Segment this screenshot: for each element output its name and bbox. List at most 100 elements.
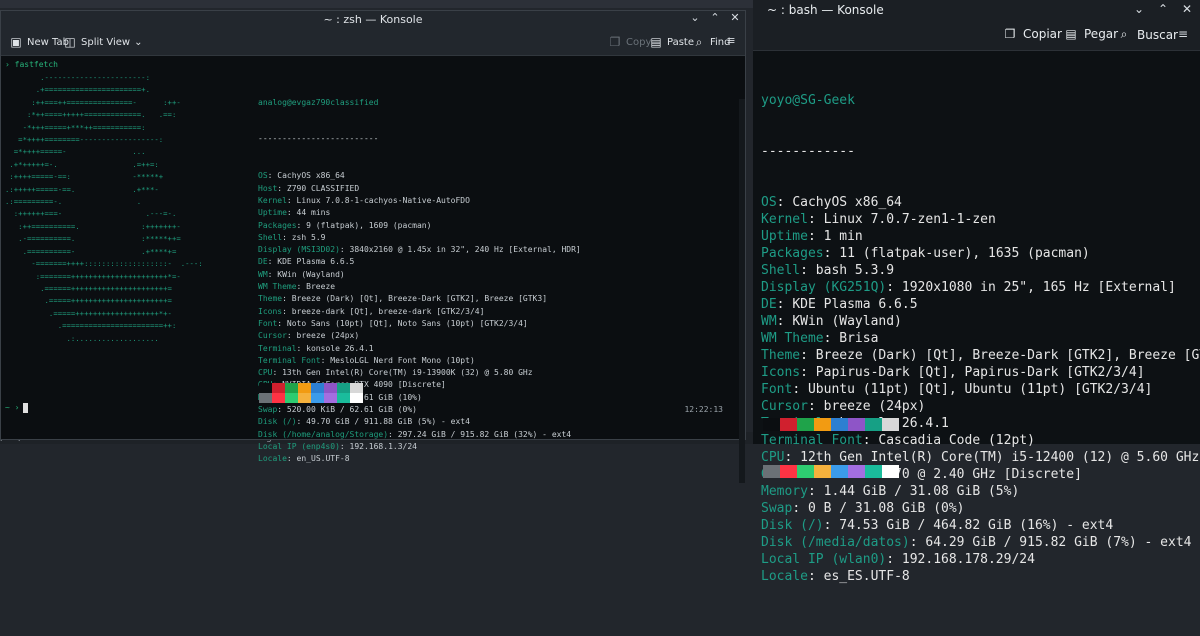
palette-swatch <box>350 383 363 393</box>
cachyos-ascii-logo: .-----------------------: .+============… <box>5 72 203 345</box>
info-line: Packages: 9 (flatpak), 1609 (pacman) <box>258 220 432 230</box>
hamburger-menu-icon[interactable]: ≡ <box>725 35 737 47</box>
toolbar: ❐ Copiar ▤ Pegar ⌕ Buscar ≡ <box>753 20 1200 51</box>
info-line: Kernel: Linux 7.0.7-zen1-1-zen <box>761 212 996 227</box>
info-line: Cursor: breeze (24px) <box>258 331 360 341</box>
info-value: CachyOS x86_64 <box>277 171 345 181</box>
info-line: Shell: bash 5.3.9 <box>761 263 895 278</box>
info-key: Disk (/media/datos) <box>761 535 910 550</box>
text-cursor <box>23 402 29 413</box>
titlebar: ~ : zsh — Konsole ⌄ ⌃ ✕ <box>1 11 745 28</box>
info-value: 74.53 GiB / 464.82 GiB (16%) - ext4 <box>839 518 1114 533</box>
scrollbar[interactable] <box>739 99 745 483</box>
konsole-window-zsh: ~ : zsh — Konsole ⌄ ⌃ ✕ ▣ New Tab ◫ Spli… <box>0 10 746 483</box>
palette-swatch <box>831 465 848 478</box>
info-line: Disk (/): 74.53 GiB / 464.82 GiB (16%) -… <box>761 518 1114 533</box>
shell-prompt[interactable]: ~ › <box>5 402 29 414</box>
logo-line: .=====++++++++++++++++++++++= <box>5 296 172 306</box>
info-value: Linux 7.0.8-1-cachyos-Native-AutoFDO <box>296 195 470 205</box>
info-value: Papirus-Dark [Qt], Papirus-Dark [GTK2/3/… <box>815 365 1145 380</box>
palette-swatch <box>831 418 848 431</box>
info-line: Locale: es_ES.UTF-8 <box>761 569 910 584</box>
info-value: KDE Plasma 6.6.5 <box>792 297 918 312</box>
info-line: CPU: 13th Gen Intel(R) Core(TM) i9-13900… <box>258 368 533 378</box>
new-tab-button[interactable]: ▣ New Tab <box>9 35 69 49</box>
copy-button[interactable]: ❐ Copy <box>608 35 652 49</box>
terminal-output[interactable]: yoyo@SG-Geek ------------ OS: CachyOS x8… <box>761 58 1200 636</box>
palette-swatch <box>311 383 324 393</box>
paste-button[interactable]: ▤ Pegar <box>1064 27 1118 41</box>
copy-label: Copiar <box>1023 27 1062 41</box>
split-view-label: Split View <box>81 36 131 48</box>
info-line: Theme: Breeze (Dark) [Qt], Breeze-Dark [… <box>258 294 548 304</box>
copy-icon: ❐ <box>609 35 621 49</box>
palette-swatch <box>848 465 865 478</box>
split-view-button[interactable]: ◫ Split View ⌄ <box>63 35 142 49</box>
info-value: 11 (flatpak-user), 1635 (pacman) <box>839 246 1090 261</box>
maximize-icon[interactable]: ⌃ <box>1156 2 1170 16</box>
info-value: 520.00 KiB / 62.61 GiB (0%) <box>286 405 417 415</box>
info-line: OS: CachyOS x86_64 <box>761 195 902 210</box>
prompt-text: ~ › <box>5 403 20 412</box>
info-line: DE: KDE Plasma 6.6.5 <box>761 297 918 312</box>
palette-swatch <box>324 383 337 393</box>
logo-line: .=======================++: <box>5 321 177 331</box>
info-value: Brisa <box>839 331 879 346</box>
user-host: analog@evgaz790classified <box>258 97 379 107</box>
info-line: Packages: 11 (flatpak-user), 1635 (pacma… <box>761 246 1090 261</box>
logo-line: :++===++===============- :++- <box>5 97 181 107</box>
logo-line: .=====+++++++++++++++++++*+- <box>5 308 172 318</box>
info-key: Swap <box>258 405 278 415</box>
palette-swatch <box>285 393 298 403</box>
info-value: 13th Gen Intel(R) Core(TM) i9-13900K (32… <box>282 368 533 378</box>
logo-line: .:=========-. . <box>5 197 142 207</box>
info-key: OS <box>761 195 777 210</box>
info-key: CPU <box>258 368 273 378</box>
info-line: Terminal: konsole 26.4.1 <box>258 343 374 353</box>
palette-swatch <box>763 418 780 431</box>
paste-icon: ▤ <box>650 35 662 49</box>
info-line: DE: KDE Plasma 6.6.5 <box>258 257 355 267</box>
info-key: Locale <box>761 569 808 584</box>
info-key: Local IP (enp4s0) <box>258 441 340 451</box>
logo-line: .+*+++++=-. .=++=: <box>5 159 159 169</box>
info-value: CachyOS x86_64 <box>792 195 902 210</box>
palette-swatch <box>337 393 350 403</box>
separator: ------------ <box>761 144 855 159</box>
prompt-clock: 12:22:13 <box>684 405 723 414</box>
minimize-icon[interactable]: ⌄ <box>1132 2 1146 16</box>
palette-swatch <box>780 465 797 478</box>
info-key: Uptime <box>258 208 287 218</box>
terminal-output[interactable]: › fastfetch .-----------------------: .+… <box>1 55 745 483</box>
close-icon[interactable]: ✕ <box>1180 2 1194 16</box>
info-key: WM Theme <box>761 331 824 346</box>
paste-button[interactable]: ▤ Paste <box>649 35 694 49</box>
info-value: 192.168.178.29/24 <box>901 552 1035 567</box>
hamburger-menu-icon[interactable]: ≡ <box>1176 27 1190 41</box>
info-key: Cursor <box>258 331 287 341</box>
info-key: Theme <box>761 348 801 363</box>
find-button[interactable]: ⌕ Buscar <box>1117 27 1178 42</box>
copy-button[interactable]: ❐ Copiar <box>1003 27 1062 41</box>
info-value: KWin (Wayland) <box>277 269 345 279</box>
info-line: Display (MSI3D02): 3840x2160 @ 1.45x in … <box>258 245 581 255</box>
minimize-icon[interactable]: ⌄ <box>689 12 701 24</box>
info-key: Kernel <box>258 195 287 205</box>
info-line: Icons: Papirus-Dark [Qt], Papirus-Dark [… <box>761 365 1145 380</box>
chevron-down-icon: ⌄ <box>134 36 143 48</box>
info-value: es_ES.UTF-8 <box>823 569 910 584</box>
maximize-icon[interactable]: ⌃ <box>709 12 721 24</box>
info-value: KWin (Wayland) <box>792 314 902 329</box>
close-icon[interactable]: ✕ <box>729 12 741 24</box>
info-line: Disk (/media/datos): 64.29 GiB / 915.82 … <box>761 535 1192 550</box>
paste-icon: ▤ <box>1065 27 1077 41</box>
info-value: 3840x2160 @ 1.45x in 32", 240 Hz [Extern… <box>349 245 581 255</box>
info-key: Shell <box>761 263 801 278</box>
palette-swatch <box>350 393 363 403</box>
info-line: Uptime: 44 mins <box>258 208 331 218</box>
paste-label: Pegar <box>1084 27 1119 41</box>
info-line: Display (KG251Q): 1920x1080 in 25", 165 … <box>761 280 1176 295</box>
info-value: Noto Sans (10pt) [Qt], Noto Sans (10pt) … <box>286 318 528 328</box>
info-line: Font: Noto Sans (10pt) [Qt], Noto Sans (… <box>258 318 528 328</box>
logo-line: :++==========. :+++++++- <box>5 221 181 231</box>
